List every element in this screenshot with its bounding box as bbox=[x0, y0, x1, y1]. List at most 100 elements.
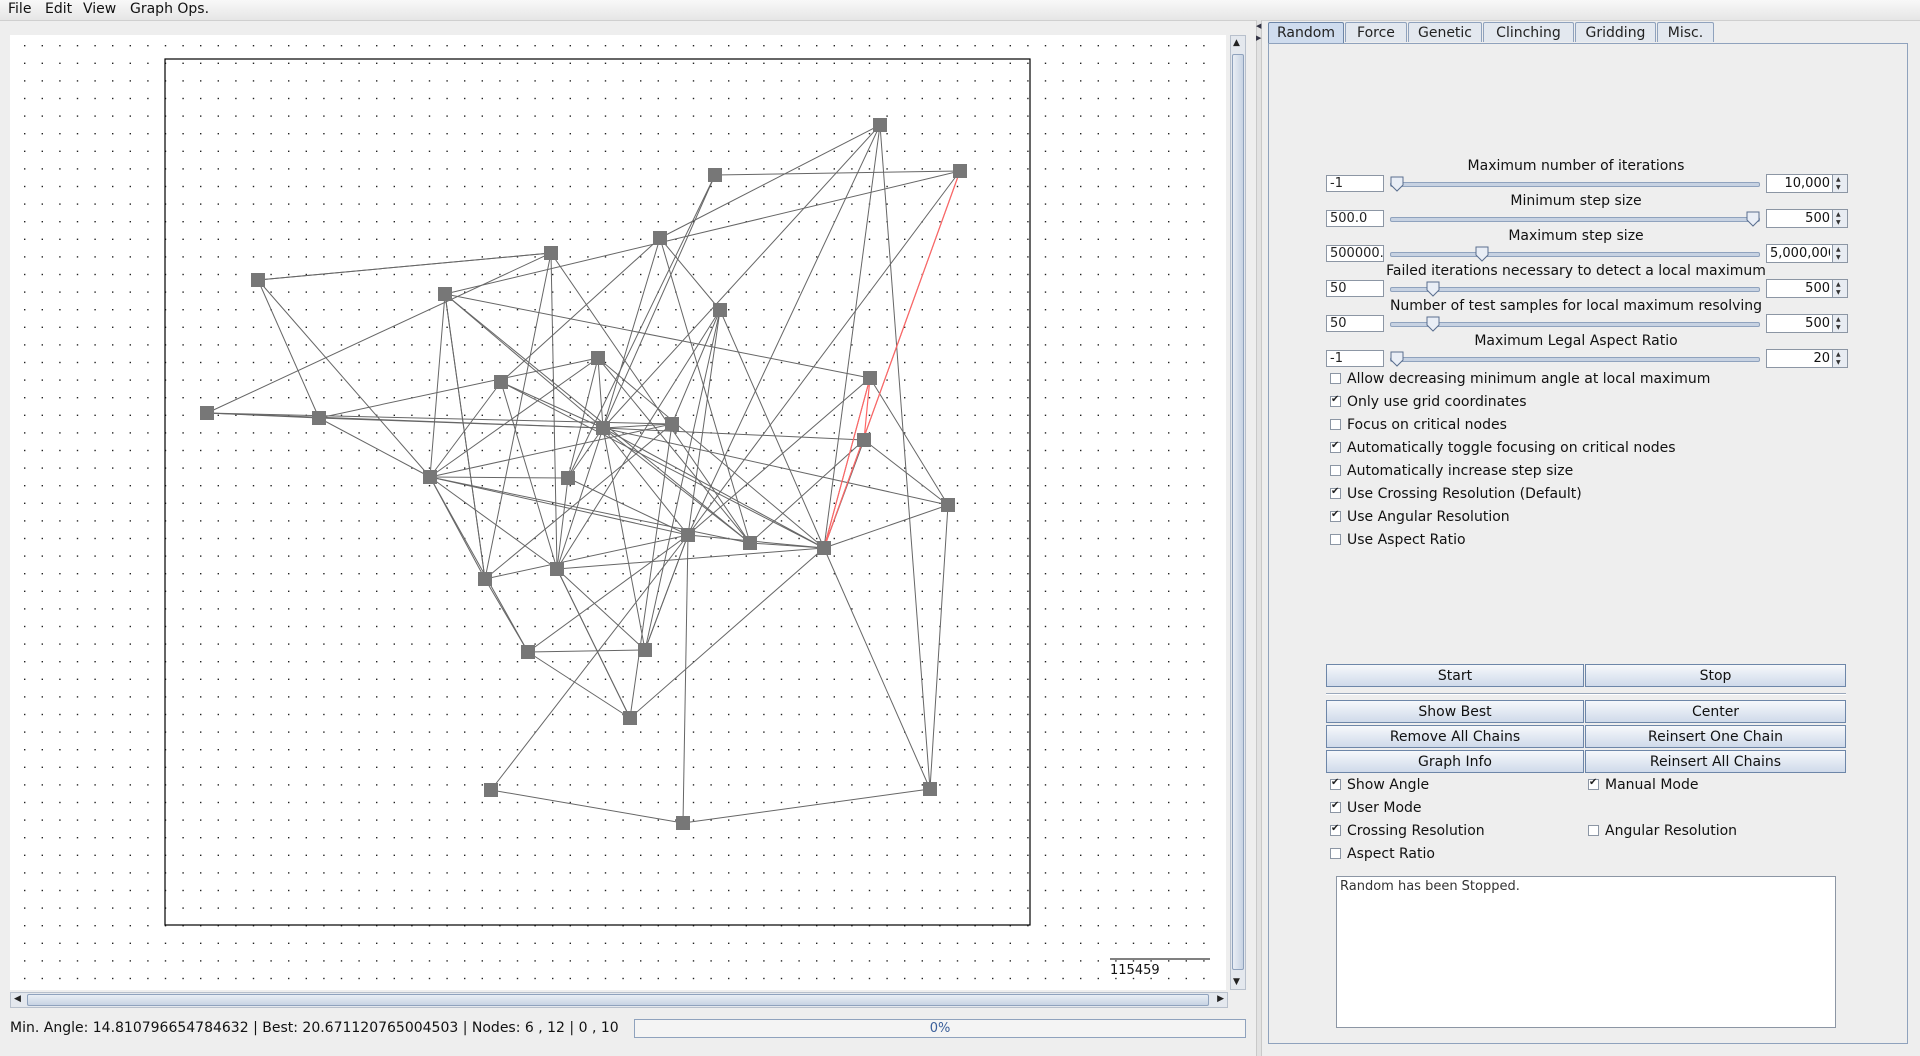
spin-down-icon[interactable]: ▼ bbox=[1836, 359, 1841, 366]
graph-node[interactable] bbox=[312, 411, 326, 425]
graph-node[interactable] bbox=[478, 572, 492, 586]
graph-node[interactable] bbox=[665, 417, 679, 431]
slider-knob[interactable] bbox=[1475, 246, 1489, 262]
graph-drawing[interactable]: 115459 bbox=[10, 35, 1226, 990]
slider-knob[interactable] bbox=[1390, 351, 1404, 367]
crossing-resolution-checkbox[interactable]: Crossing Resolution bbox=[1330, 823, 1485, 839]
spinner-buttons[interactable]: ▲ ▼ bbox=[1832, 175, 1847, 192]
spin-up-icon[interactable]: ▲ bbox=[1836, 246, 1841, 253]
stop-button[interactable]: Stop bbox=[1585, 664, 1846, 687]
graph-node[interactable] bbox=[591, 351, 605, 365]
slider-spinner[interactable]: 500 ▲ ▼ bbox=[1766, 314, 1848, 333]
graph-node[interactable] bbox=[550, 562, 564, 576]
tab-misc[interactable]: Misc. bbox=[1657, 22, 1714, 42]
graph-node[interactable] bbox=[423, 470, 437, 484]
manual-mode-checkbox[interactable]: Manual Mode bbox=[1588, 777, 1698, 793]
checkbox-box[interactable] bbox=[1330, 419, 1341, 430]
slider-value-field[interactable]: 500.0 bbox=[1326, 210, 1384, 227]
tab-gridding[interactable]: Gridding bbox=[1575, 22, 1656, 42]
option-checkbox[interactable]: Focus on critical nodes bbox=[1330, 417, 1507, 433]
start-button[interactable]: Start bbox=[1326, 664, 1584, 687]
tab-force[interactable]: Force bbox=[1345, 22, 1407, 42]
checkbox-box[interactable] bbox=[1330, 465, 1341, 476]
menu-view[interactable]: View bbox=[81, 1, 118, 17]
option-checkbox[interactable]: Only use grid coordinates bbox=[1330, 394, 1527, 410]
tab-clinching[interactable]: Clinching bbox=[1483, 22, 1574, 42]
graph-node[interactable] bbox=[653, 231, 667, 245]
split-divider[interactable]: ◀ ▶ bbox=[1256, 20, 1262, 1056]
checkbox-box[interactable] bbox=[1330, 509, 1341, 522]
graph-node[interactable] bbox=[623, 711, 637, 725]
graph-node[interactable] bbox=[941, 498, 955, 512]
angular-resolution-checkbox[interactable]: Angular Resolution bbox=[1588, 823, 1737, 839]
slider-value-field[interactable]: 50 bbox=[1326, 315, 1384, 332]
graph-node[interactable] bbox=[873, 118, 887, 132]
horizontal-scroll-thumb[interactable] bbox=[27, 994, 1209, 1006]
graph-node[interactable] bbox=[484, 783, 498, 797]
slider-spinner[interactable]: 500 ▲ ▼ bbox=[1766, 209, 1848, 228]
menu-edit[interactable]: Edit bbox=[43, 1, 74, 17]
option-checkbox[interactable]: Use Crossing Resolution (Default) bbox=[1330, 486, 1582, 502]
slider-value-field[interactable]: 50 bbox=[1326, 280, 1384, 297]
checkbox-box[interactable] bbox=[1330, 534, 1341, 545]
show-angle-checkbox[interactable]: Show Angle bbox=[1330, 777, 1429, 793]
slider-knob[interactable] bbox=[1426, 316, 1440, 332]
option-checkbox[interactable]: Automatically toggle focusing on critica… bbox=[1330, 440, 1676, 456]
option-checkbox[interactable]: Automatically increase step size bbox=[1330, 463, 1573, 479]
spinner-buttons[interactable]: ▲ ▼ bbox=[1832, 245, 1847, 262]
spin-down-icon[interactable]: ▼ bbox=[1836, 254, 1841, 261]
graph-node[interactable] bbox=[681, 528, 695, 542]
spinner-buttons[interactable]: ▲ ▼ bbox=[1832, 210, 1847, 227]
slider-track[interactable] bbox=[1390, 322, 1760, 327]
menu-file[interactable]: File bbox=[6, 1, 33, 17]
menu-graph-ops[interactable]: Graph Ops. bbox=[128, 1, 211, 17]
collapse-left-icon[interactable]: ◀ bbox=[1256, 22, 1261, 30]
vertical-scrollbar[interactable]: ▲ ▼ bbox=[1230, 35, 1246, 990]
manual-mode-box[interactable] bbox=[1588, 777, 1599, 790]
aspect-ratio-box[interactable] bbox=[1330, 848, 1341, 859]
reinsert-one-chain-button[interactable]: Reinsert One Chain bbox=[1585, 725, 1846, 748]
slider-knob[interactable] bbox=[1746, 211, 1760, 227]
slider-value-field[interactable]: 500000.0 bbox=[1326, 245, 1384, 262]
option-checkbox[interactable]: Allow decreasing minimum angle at local … bbox=[1330, 371, 1710, 387]
spin-up-icon[interactable]: ▲ bbox=[1836, 176, 1841, 183]
spin-down-icon[interactable]: ▼ bbox=[1836, 289, 1841, 296]
slider-spinner[interactable]: 10,000 ▲ ▼ bbox=[1766, 174, 1848, 193]
graph-node[interactable] bbox=[561, 471, 575, 485]
slider-value-field[interactable]: -1 bbox=[1326, 350, 1384, 367]
checkbox-box[interactable] bbox=[1330, 373, 1341, 384]
scroll-left-icon[interactable]: ◀ bbox=[14, 994, 21, 1004]
spin-up-icon[interactable]: ▲ bbox=[1836, 211, 1841, 218]
graph-node[interactable] bbox=[596, 421, 610, 435]
tab-random[interactable]: Random bbox=[1268, 22, 1344, 44]
show-angle-box[interactable] bbox=[1330, 777, 1341, 790]
spinner-buttons[interactable]: ▲ ▼ bbox=[1832, 350, 1847, 367]
slider-track[interactable] bbox=[1390, 217, 1760, 222]
scroll-right-icon[interactable]: ▶ bbox=[1217, 994, 1224, 1004]
graph-node[interactable] bbox=[676, 816, 690, 830]
angular-resolution-box[interactable] bbox=[1588, 825, 1599, 836]
graph-node[interactable] bbox=[708, 168, 722, 182]
spin-down-icon[interactable]: ▼ bbox=[1836, 184, 1841, 191]
graph-node[interactable] bbox=[251, 273, 265, 287]
remove-all-chains-button[interactable]: Remove All Chains bbox=[1326, 725, 1584, 748]
slider-track[interactable] bbox=[1390, 287, 1760, 292]
log-textarea[interactable]: Random has been Stopped. bbox=[1336, 876, 1836, 1028]
graph-node[interactable] bbox=[743, 536, 757, 550]
graph-node[interactable] bbox=[521, 645, 535, 659]
slider-track[interactable] bbox=[1390, 252, 1760, 257]
slider-knob[interactable] bbox=[1426, 281, 1440, 297]
horizontal-scrollbar[interactable]: ◀ ▶ bbox=[10, 992, 1228, 1008]
spin-down-icon[interactable]: ▼ bbox=[1836, 219, 1841, 226]
spinner-buttons[interactable]: ▲ ▼ bbox=[1832, 315, 1847, 332]
checkbox-box[interactable] bbox=[1330, 486, 1341, 499]
scroll-up-icon[interactable]: ▲ bbox=[1233, 38, 1240, 48]
spinner-buttons[interactable]: ▲ ▼ bbox=[1832, 280, 1847, 297]
option-checkbox[interactable]: Use Angular Resolution bbox=[1330, 509, 1510, 525]
graph-node[interactable] bbox=[713, 303, 727, 317]
graph-node[interactable] bbox=[863, 371, 877, 385]
vertical-scroll-thumb[interactable] bbox=[1232, 54, 1244, 970]
slider-track[interactable] bbox=[1390, 182, 1760, 187]
graph-canvas[interactable]: 115459 bbox=[10, 35, 1226, 990]
graph-node[interactable] bbox=[200, 406, 214, 420]
